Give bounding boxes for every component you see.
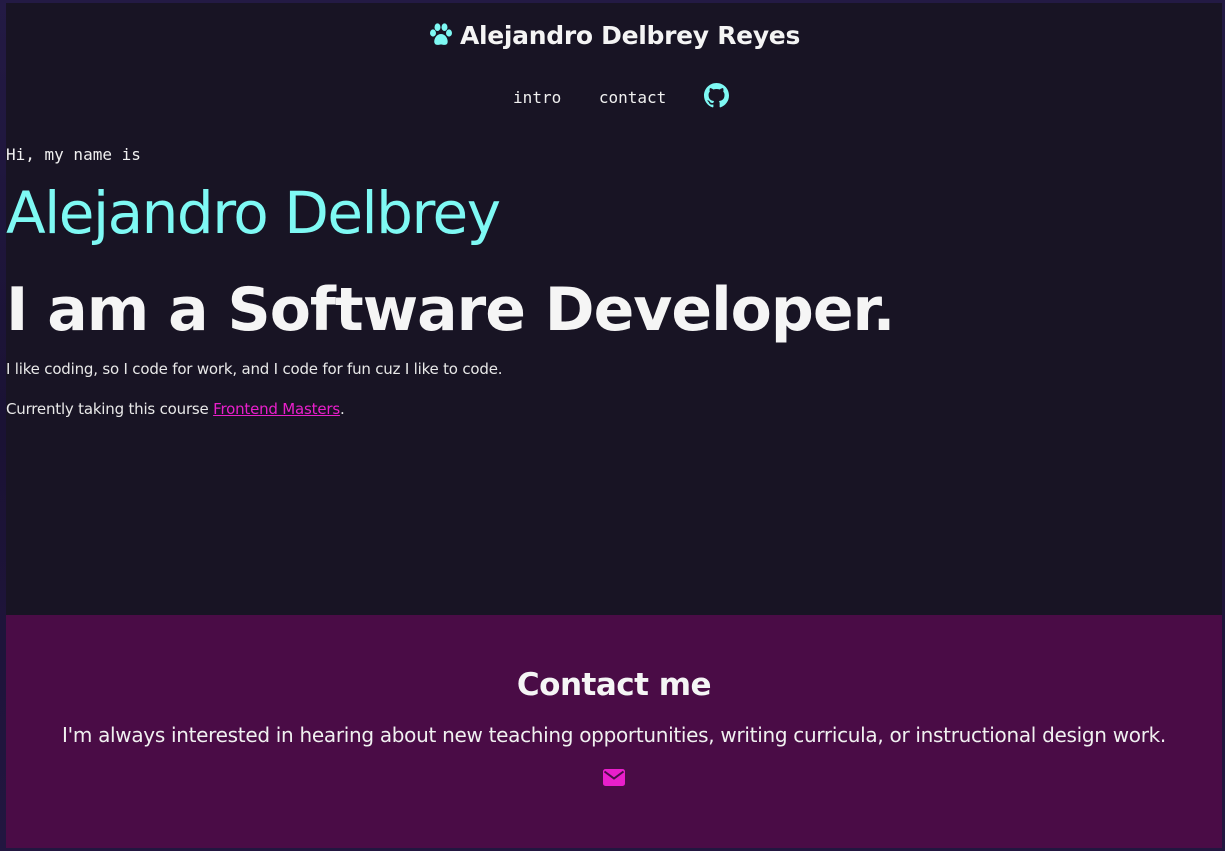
course-prefix: Currently taking this course <box>6 400 214 418</box>
site-title[interactable]: Alejandro Delbrey Reyes <box>460 21 800 50</box>
intro-section: Hi, my name is Alejandro Delbrey I am a … <box>6 145 895 418</box>
role-heading: I am a Software Developer. <box>6 275 895 345</box>
contact-text: I'm always interested in hearing about n… <box>62 723 1166 747</box>
site-header: Alejandro Delbrey Reyes <box>6 21 1222 53</box>
window-frame: Alejandro Delbrey Reyes intro contact Hi… <box>0 0 1225 851</box>
nav-item-intro[interactable]: intro <box>513 88 561 107</box>
contact-section: Contact me I'm always interested in hear… <box>6 615 1222 848</box>
envelope-icon[interactable] <box>603 769 625 790</box>
github-icon[interactable] <box>703 83 729 112</box>
intro-paragraph: I like coding, so I code for work, and I… <box>6 360 503 378</box>
paw-icon <box>428 23 454 53</box>
nav-item-contact[interactable]: contact <box>599 88 666 107</box>
greeting-text: Hi, my name is <box>6 145 141 164</box>
course-paragraph: Currently taking this course Frontend Ma… <box>6 400 894 418</box>
course-suffix: . <box>339 400 345 418</box>
page: Alejandro Delbrey Reyes intro contact Hi… <box>6 3 1222 848</box>
frontend-masters-link[interactable]: Frontend Masters <box>213 400 340 418</box>
name-heading: Alejandro Delbrey <box>6 179 501 247</box>
main-nav: intro contact <box>6 83 1222 112</box>
contact-heading: Contact me <box>516 667 712 703</box>
